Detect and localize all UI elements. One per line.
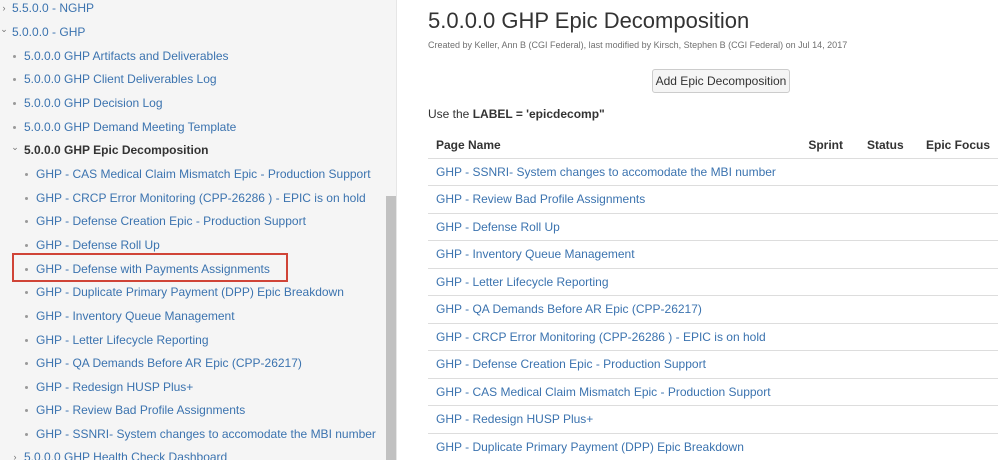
- table-row: GHP - CRCP Error Monitoring (CPP-26286 )…: [428, 323, 998, 351]
- tree-node[interactable]: GHP - Defense Creation Epic - Production…: [0, 211, 306, 231]
- sidebar-scrollbar[interactable]: [386, 196, 396, 460]
- bullet-icon: [25, 244, 28, 247]
- page-link[interactable]: GHP - CRCP Error Monitoring (CPP-26286 )…: [436, 330, 766, 344]
- tree-node-link[interactable]: GHP - Letter Lifecycle Reporting: [36, 333, 209, 347]
- page-link[interactable]: GHP - Defense Roll Up: [436, 220, 560, 234]
- chevron-down-icon[interactable]: ⌄: [11, 137, 19, 157]
- tree-node-link[interactable]: GHP - CRCP Error Monitoring (CPP-26286 )…: [36, 191, 366, 205]
- note-label: LABEL = 'epicdecomp": [472, 107, 605, 121]
- column-header-status[interactable]: Status: [859, 132, 918, 159]
- column-header-epic-focus[interactable]: Epic Focus: [917, 132, 998, 159]
- tree-node-link[interactable]: 5.0.0.0 GHP Decision Log: [24, 96, 163, 110]
- tree-node[interactable]: GHP - Defense Roll Up: [0, 235, 160, 255]
- tree-node[interactable]: › 5.5.0.0 - NGHP: [0, 0, 95, 18]
- table-row: GHP - Inventory Queue Management: [428, 240, 998, 269]
- tree-node-link[interactable]: 5.0.0.0 GHP Client Deliverables Log: [24, 72, 217, 86]
- bullet-icon: [13, 126, 16, 129]
- tree-node-link[interactable]: GHP - Defense Roll Up: [36, 238, 160, 252]
- tree-node-link[interactable]: 5.5.0.0 - NGHP: [12, 1, 94, 15]
- tree-node-current[interactable]: ⌄ 5.0.0.0 GHP Epic Decomposition: [0, 137, 209, 160]
- tree-node[interactable]: GHP - Review Bad Profile Assignments: [0, 400, 245, 420]
- page-link[interactable]: GHP - Inventory Queue Management: [436, 247, 635, 261]
- epic-table: Page Name Sprint Status Epic Focus GHP -…: [428, 132, 998, 460]
- tree-node-link[interactable]: GHP - CAS Medical Claim Mismatch Epic - …: [36, 167, 371, 181]
- tree-node-link[interactable]: 5.0.0.0 - GHP: [12, 25, 85, 39]
- page-link[interactable]: GHP - Duplicate Primary Payment (DPP) Ep…: [436, 440, 744, 454]
- add-epic-decomposition-button[interactable]: Add Epic Decomposition: [652, 69, 790, 93]
- bullet-icon: [25, 291, 28, 294]
- table-row: GHP - Duplicate Primary Payment (DPP) Ep…: [428, 433, 998, 460]
- tree-node-link[interactable]: GHP - Redesign HUSP Plus+: [36, 380, 193, 394]
- tree-node[interactable]: 5.0.0.0 GHP Demand Meeting Template: [0, 117, 236, 137]
- bullet-icon: [25, 433, 28, 436]
- bullet-icon: [25, 386, 28, 389]
- label-note: Use the LABEL = 'epicdecomp": [428, 107, 605, 121]
- chevron-right-icon[interactable]: ›: [11, 447, 19, 460]
- tree-node[interactable]: GHP - Letter Lifecycle Reporting: [0, 330, 209, 350]
- table-row: GHP - Defense Roll Up: [428, 213, 998, 241]
- tree-node[interactable]: GHP - QA Demands Before AR Epic (CPP-262…: [0, 353, 302, 373]
- tree-node-link[interactable]: GHP - QA Demands Before AR Epic (CPP-262…: [36, 356, 302, 370]
- chevron-down-icon[interactable]: ⌄: [0, 19, 8, 39]
- bullet-icon: [13, 102, 16, 105]
- bullet-icon: [25, 220, 28, 223]
- tree-node[interactable]: 5.0.0.0 GHP Client Deliverables Log: [0, 69, 217, 89]
- main-content: 5.0.0.0 GHP Epic Decomposition Created b…: [398, 0, 998, 460]
- tree-node[interactable]: GHP - Duplicate Primary Payment (DPP) Ep…: [0, 282, 344, 302]
- table-row: GHP - Letter Lifecycle Reporting: [428, 268, 998, 296]
- tree-node-link[interactable]: GHP - Inventory Queue Management: [36, 309, 235, 323]
- tree-node[interactable]: GHP - CAS Medical Claim Mismatch Epic - …: [0, 164, 371, 184]
- tree-node[interactable]: ⌄ 5.0.0.0 - GHP: [0, 22, 85, 42]
- tree-node[interactable]: GHP - SSNRI- System changes to accomodat…: [0, 424, 376, 444]
- note-prefix: Use the: [428, 107, 473, 121]
- page-link[interactable]: GHP - SSNRI- System changes to accomodat…: [436, 165, 776, 179]
- table-row: GHP - Defense Creation Epic - Production…: [428, 350, 998, 379]
- bullet-icon: [13, 55, 16, 58]
- bullet-icon: [25, 315, 28, 318]
- page-link[interactable]: GHP - Redesign HUSP Plus+: [436, 412, 593, 426]
- column-header-page-name[interactable]: Page Name: [428, 132, 801, 159]
- bullet-icon: [25, 362, 28, 365]
- page-link[interactable]: GHP - Review Bad Profile Assignments: [436, 192, 645, 206]
- page-link[interactable]: GHP - QA Demands Before AR Epic (CPP-262…: [436, 302, 702, 316]
- tree-node[interactable]: GHP - Redesign HUSP Plus+: [0, 377, 193, 397]
- page-link[interactable]: GHP - CAS Medical Claim Mismatch Epic - …: [436, 385, 771, 399]
- page-byline: Created by Keller, Ann B (CGI Federal), …: [428, 40, 848, 50]
- table-row: GHP - QA Demands Before AR Epic (CPP-262…: [428, 295, 998, 324]
- page-tree-sidebar: › 5.5.0.0 - NGHP ⌄ 5.0.0.0 - GHP 5.0.0.0…: [0, 0, 397, 460]
- tree-node[interactable]: 5.0.0.0 GHP Artifacts and Deliverables: [0, 46, 229, 66]
- tree-node-link[interactable]: 5.0.0.0 GHP Demand Meeting Template: [24, 120, 236, 134]
- tree-node[interactable]: 5.0.0.0 GHP Decision Log: [0, 93, 163, 113]
- bullet-icon: [13, 78, 16, 81]
- page-link[interactable]: GHP - Letter Lifecycle Reporting: [436, 275, 609, 289]
- table-header-row: Page Name Sprint Status Epic Focus: [428, 132, 998, 159]
- bullet-icon: [25, 339, 28, 342]
- bullet-icon: [25, 173, 28, 176]
- highlight-annotation-box: [12, 253, 288, 282]
- tree-node[interactable]: › 5.0.0.0 GHP Health Check Dashboard: [0, 447, 228, 460]
- tree-node[interactable]: GHP - CRCP Error Monitoring (CPP-26286 )…: [0, 188, 366, 208]
- bullet-icon: [25, 409, 28, 412]
- tree-node-link[interactable]: GHP - Defense Creation Epic - Production…: [36, 214, 306, 228]
- tree-node-link[interactable]: 5.0.0.0 GHP Health Check Dashboard: [24, 450, 227, 460]
- table-row: GHP - Redesign HUSP Plus+: [428, 405, 998, 434]
- chevron-right-icon[interactable]: ›: [0, 0, 8, 18]
- tree-node-link[interactable]: GHP - Review Bad Profile Assignments: [36, 403, 245, 417]
- tree-node-link[interactable]: GHP - Duplicate Primary Payment (DPP) Ep…: [36, 285, 344, 299]
- tree-node-current-label: 5.0.0.0 GHP Epic Decomposition: [24, 143, 209, 157]
- page-link[interactable]: GHP - Defense Creation Epic - Production…: [436, 357, 706, 371]
- tree-node-link[interactable]: 5.0.0.0 GHP Artifacts and Deliverables: [24, 49, 229, 63]
- column-header-sprint[interactable]: Sprint: [800, 132, 859, 159]
- table-row: GHP - SSNRI- System changes to accomodat…: [428, 158, 998, 186]
- table-row: GHP - CAS Medical Claim Mismatch Epic - …: [428, 378, 998, 406]
- tree-node[interactable]: GHP - Inventory Queue Management: [0, 306, 235, 326]
- page-title: 5.0.0.0 GHP Epic Decomposition: [428, 8, 750, 33]
- tree-node-link[interactable]: GHP - SSNRI- System changes to accomodat…: [36, 427, 376, 441]
- bullet-icon: [25, 197, 28, 200]
- table-row: GHP - Review Bad Profile Assignments: [428, 185, 998, 214]
